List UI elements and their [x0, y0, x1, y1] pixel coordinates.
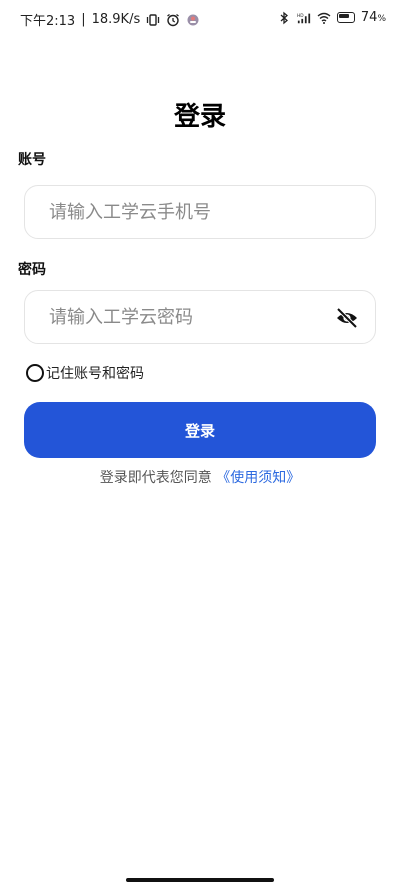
status-left: 下午2:13 | 18.9K/s [20, 10, 200, 29]
password-label: 密码 [18, 262, 46, 278]
status-bar: 下午2:13 | 18.9K/s HD 74% [0, 0, 400, 36]
vibrate-icon [147, 13, 160, 26]
alarm-icon [167, 13, 180, 26]
battery-icon [336, 12, 355, 23]
battery-level: 74 [360, 10, 378, 25]
terms-link[interactable]: 《使用须知》 [216, 470, 300, 486]
signal-hd-icon: HD [297, 13, 311, 23]
status-right: HD 74% [277, 10, 386, 25]
remember-label: 记住账号和密码 [46, 366, 144, 382]
account-label: 账号 [18, 152, 46, 168]
status-separator: | [81, 12, 86, 27]
account-field[interactable] [24, 185, 376, 239]
agreement-prefix: 登录即代表您同意 [99, 470, 212, 486]
account-input[interactable] [49, 186, 329, 238]
home-indicator[interactable] [126, 878, 274, 882]
app-notification-icon [187, 14, 199, 25]
battery-unit: % [377, 14, 386, 24]
status-time: 下午2:13 [20, 14, 76, 29]
bluetooth-icon [280, 11, 288, 24]
wifi-icon [317, 12, 331, 24]
remember-radio[interactable] [26, 364, 44, 382]
remember-credentials[interactable]: 记住账号和密码 [26, 363, 144, 383]
password-input[interactable] [49, 291, 329, 343]
eye-off-icon[interactable] [335, 306, 359, 330]
battery-percent: 74% [361, 10, 386, 25]
page-title: 登录 [173, 102, 226, 132]
password-field[interactable] [24, 290, 376, 344]
svg-text:HD: HD [297, 13, 304, 19]
login-screen: 下午2:13 | 18.9K/s HD 74% 登录 账号 请输入工学云手机号 … [0, 0, 400, 888]
agreement-text: 登录即代表您同意 《使用须知》 [0, 467, 400, 487]
login-button[interactable]: 登录 [24, 402, 376, 458]
network-speed: 18.9K/s [91, 12, 141, 27]
